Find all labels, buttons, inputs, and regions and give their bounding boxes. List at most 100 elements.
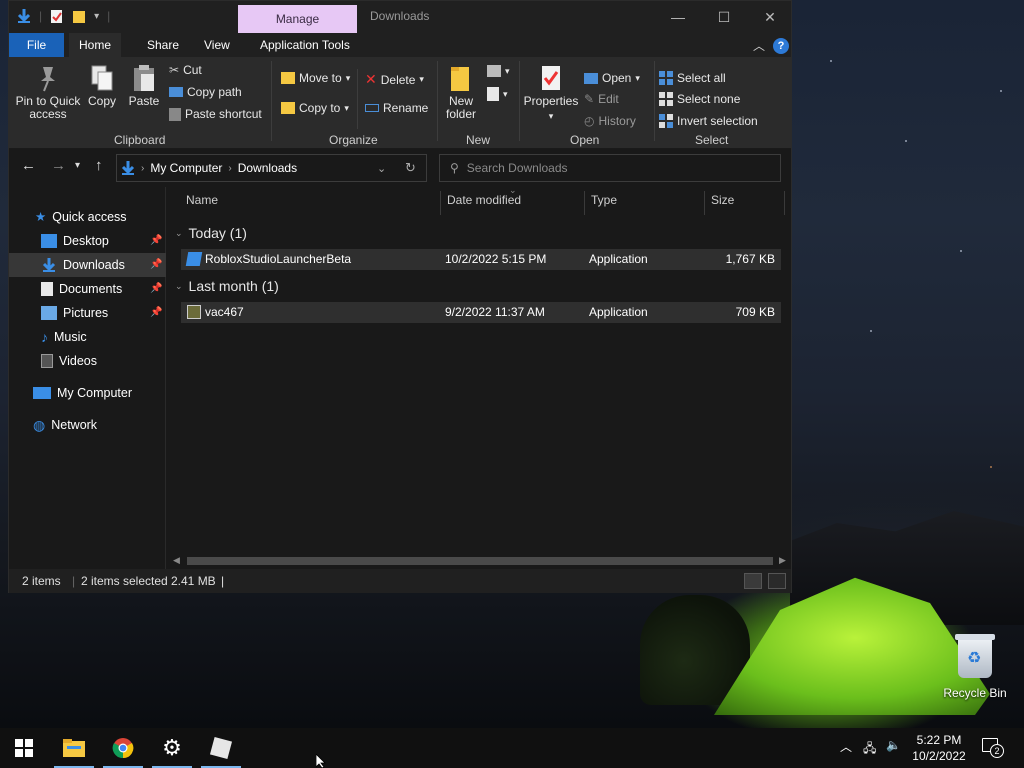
column-separator[interactable]	[584, 191, 585, 215]
edit-button[interactable]: ✎ Edit	[584, 92, 619, 106]
details-view-icon[interactable]	[744, 573, 762, 589]
column-header-type[interactable]: Type	[591, 193, 617, 207]
open-button[interactable]: Open ▾	[584, 71, 640, 85]
sidebar-item-music[interactable]: ♪ Music	[41, 325, 166, 349]
recycle-bin[interactable]: ♻ Recycle Bin	[940, 634, 1010, 700]
application-icon	[187, 305, 201, 319]
copy-button[interactable]: Copy	[87, 63, 117, 108]
help-icon[interactable]: ?	[773, 37, 789, 54]
scrollbar-thumb[interactable]	[187, 557, 773, 565]
taskbar-settings[interactable]: ⚙	[148, 728, 196, 768]
show-hidden-icons-icon[interactable]: ︿	[840, 738, 852, 755]
column-separator[interactable]	[784, 191, 785, 215]
copy-path-button[interactable]: Copy path	[169, 85, 242, 99]
action-center-button[interactable]: 2	[982, 738, 1004, 758]
properties-button[interactable]: Properties ▾	[523, 63, 579, 123]
copy-to-icon	[281, 102, 295, 114]
tab-home[interactable]: Home	[69, 33, 122, 57]
refresh-icon[interactable]: ↻	[405, 160, 416, 176]
collapse-ribbon-icon[interactable]: ︿	[753, 37, 765, 54]
invert-selection-button[interactable]: Invert selection	[659, 114, 758, 128]
invert-selection-icon	[659, 114, 673, 128]
horizontal-scrollbar[interactable]: ◀ ▶	[167, 553, 791, 569]
sidebar-item-quick-access[interactable]: ★ Quick access	[35, 205, 165, 229]
pin-icon[interactable]: 📌	[150, 259, 162, 270]
sidebar-item-videos[interactable]: Videos	[41, 349, 166, 373]
easy-access-button[interactable]: ▾	[487, 87, 508, 101]
open-label: Open	[602, 71, 632, 85]
address-bar[interactable]: › My Computer › Downloads ⌄ ↻	[116, 154, 427, 182]
up-arrow-icon[interactable]: ↑	[95, 157, 103, 174]
rename-button[interactable]: Rename	[365, 101, 428, 115]
start-button[interactable]	[0, 728, 48, 768]
qat-dropdown-icon[interactable]: ▾	[94, 11, 99, 22]
collapse-caret-icon: ⌄	[175, 227, 183, 238]
properties-check-icon[interactable]	[50, 8, 64, 24]
close-button[interactable]: ✕	[747, 1, 793, 33]
sidebar-item-pictures[interactable]: Pictures	[41, 301, 166, 325]
taskbar-file-explorer[interactable]	[50, 728, 98, 768]
column-separator[interactable]	[704, 191, 705, 215]
tab-view[interactable]: View	[194, 33, 240, 57]
sidebar-item-my-computer[interactable]: My Computer	[33, 381, 166, 405]
paste-button[interactable]: Paste	[127, 63, 161, 108]
search-input[interactable]	[466, 161, 747, 175]
select-none-button[interactable]: Select none	[659, 92, 740, 106]
tab-file[interactable]: File	[9, 33, 64, 57]
tab-application-tools[interactable]: Application Tools	[250, 33, 360, 57]
down-arrow-icon[interactable]	[17, 8, 31, 24]
ribbon-right-controls: ︿ ?	[753, 37, 789, 54]
new-item-button[interactable]: ▾	[487, 65, 510, 77]
title-bar[interactable]: | ▾ | Manage Downloads — ☐ ✕	[9, 1, 791, 33]
copy-to-button[interactable]: Copy to ▾	[281, 101, 349, 115]
search-box[interactable]: ⚲	[439, 154, 781, 182]
delete-button[interactable]: ✕ Delete ▾	[365, 71, 424, 88]
table-row[interactable]: vac467 9/2/2022 11:37 AM Application 709…	[181, 302, 781, 323]
volume-icon[interactable]: 🔈	[886, 738, 901, 752]
address-dropdown-icon[interactable]: ⌄	[377, 162, 386, 175]
column-separator[interactable]	[440, 191, 441, 215]
ribbon-separator	[654, 61, 655, 141]
sidebar-item-network[interactable]: ◍ Network	[33, 413, 166, 437]
network-tray-icon[interactable]: 🖧	[863, 739, 876, 760]
back-arrow-icon[interactable]: ←	[21, 157, 36, 174]
tab-share[interactable]: Share	[137, 33, 189, 57]
sidebar-item-downloads[interactable]: Downloads	[9, 253, 166, 277]
breadcrumb-my-computer[interactable]: My Computer	[150, 161, 222, 175]
folder-icon[interactable]	[72, 8, 86, 24]
pin-icon[interactable]: 📌	[150, 307, 162, 318]
scroll-right-icon[interactable]: ▶	[779, 555, 786, 566]
history-button[interactable]: ◴ History	[584, 114, 636, 128]
taskbar-chrome[interactable]	[99, 728, 147, 768]
table-row[interactable]: RobloxStudioLauncherBeta 10/2/2022 5:15 …	[181, 249, 781, 270]
pin-icon[interactable]: 📌	[150, 235, 162, 246]
group-header-today[interactable]: ⌄ Today (1)	[175, 225, 247, 241]
column-header-size[interactable]: Size	[711, 193, 734, 207]
taskbar-roblox-studio[interactable]	[197, 728, 245, 768]
paste-shortcut-button[interactable]: Paste shortcut	[169, 107, 262, 121]
paste-shortcut-label: Paste shortcut	[185, 107, 262, 121]
minimize-button[interactable]: —	[655, 1, 701, 33]
breadcrumb-downloads[interactable]: Downloads	[238, 161, 297, 175]
new-folder-button[interactable]: New folder	[443, 63, 479, 121]
sidebar-item-documents[interactable]: Documents	[41, 277, 166, 301]
mouse-cursor-icon	[316, 754, 326, 768]
edit-label: Edit	[598, 92, 619, 106]
column-header-name[interactable]: Name	[186, 193, 218, 207]
sidebar-item-desktop[interactable]: Desktop	[41, 229, 166, 253]
select-all-button[interactable]: Select all	[659, 71, 726, 85]
pin-icon[interactable]: 📌	[150, 283, 162, 294]
pin-quick-access-button[interactable]: Pin to Quick access	[15, 63, 81, 121]
maximize-button[interactable]: ☐	[701, 1, 747, 33]
file-name: RobloxStudioLauncherBeta	[205, 252, 352, 266]
explorer-body: ★ Quick access Desktop 📌 Downloads 📌 Doc…	[9, 185, 791, 569]
cut-button[interactable]: ✂ Cut	[169, 63, 202, 77]
group-header-last-month[interactable]: ⌄ Last month (1)	[175, 278, 279, 294]
tab-manage[interactable]: Manage	[238, 5, 357, 33]
recent-locations-icon[interactable]: ▾	[75, 160, 80, 171]
large-icons-view-icon[interactable]	[768, 573, 786, 589]
forward-arrow-icon[interactable]: →	[51, 157, 66, 174]
scroll-left-icon[interactable]: ◀	[173, 555, 180, 566]
move-to-button[interactable]: Move to ▾	[281, 71, 350, 85]
clock[interactable]: 5:22 PM 10/2/2022	[905, 732, 973, 764]
